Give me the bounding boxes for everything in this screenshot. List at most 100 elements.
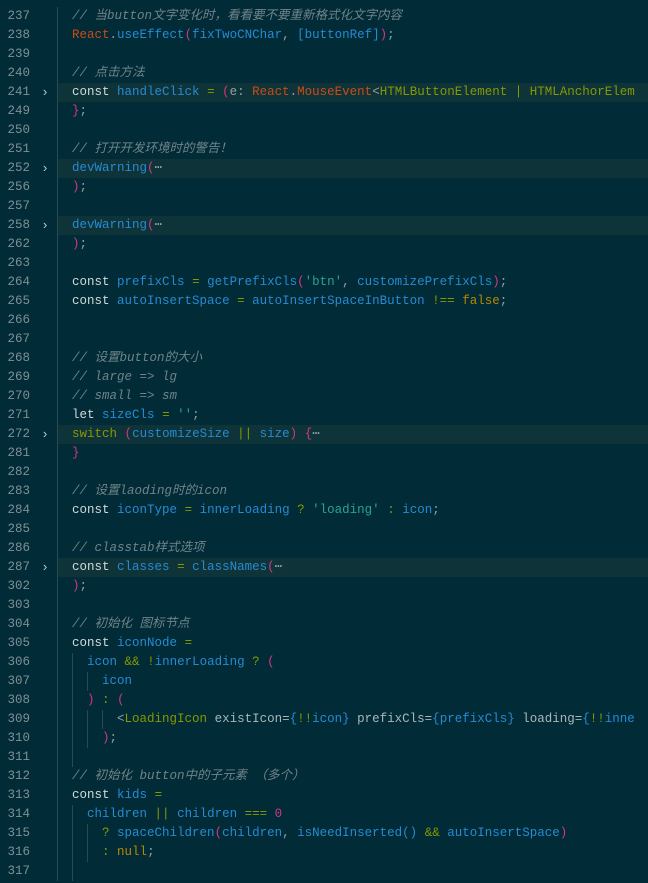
indent-guide bbox=[57, 159, 58, 178]
code-token: ; bbox=[499, 294, 508, 308]
code-line[interactable]: 303 bbox=[0, 596, 648, 615]
fold-chevron-icon[interactable]: › bbox=[39, 159, 51, 178]
code-line[interactable]: 316 : null; bbox=[0, 843, 648, 862]
code-line[interactable]: 314 children || children === 0 bbox=[0, 805, 648, 824]
code-token: MouseEvent bbox=[297, 85, 373, 99]
code-editor[interactable]: 237 // 当button文字变化时，看看要不要重新格式化文字内容 238 Re… bbox=[0, 0, 648, 881]
code-line[interactable]: 285 bbox=[0, 520, 648, 539]
indent-guide bbox=[57, 121, 58, 140]
code-line[interactable]: 308 ) : ( bbox=[0, 691, 648, 710]
indent-guide bbox=[57, 197, 58, 216]
code-line[interactable]: 265 const autoInsertSpace = autoInsertSp… bbox=[0, 292, 648, 311]
code-line[interactable]: 251 // 打开开发环境时的警告！ bbox=[0, 140, 648, 159]
code-line[interactable]: 286 // classtab样式选项 bbox=[0, 539, 648, 558]
code-content: children || children === 0 bbox=[57, 805, 648, 824]
code-line[interactable]: 317 bbox=[0, 862, 648, 881]
code-content: }; bbox=[57, 102, 648, 121]
code-line[interactable]: 256 ); bbox=[0, 178, 648, 197]
code-content: // classtab样式选项 bbox=[57, 539, 648, 558]
fold-chevron-icon[interactable]: › bbox=[39, 83, 51, 102]
code-line[interactable]: 305 const iconNode = bbox=[0, 634, 648, 653]
code-line[interactable]: 267 bbox=[0, 330, 648, 349]
code-token: . bbox=[109, 28, 118, 42]
fold-chevron-icon[interactable]: › bbox=[39, 558, 51, 577]
code-line[interactable]: 284 const iconType = innerLoading ? 'loa… bbox=[0, 501, 648, 520]
code-token: : bbox=[102, 845, 110, 859]
code-token: classNames bbox=[192, 560, 268, 574]
code-line[interactable]: 240 // 点击方法 bbox=[0, 64, 648, 83]
line-number: 284 bbox=[7, 503, 30, 517]
fold-chevron-icon[interactable]: › bbox=[39, 216, 51, 235]
line-number: 238 bbox=[7, 28, 30, 42]
code-line[interactable]: 237 // 当button文字变化时，看看要不要重新格式化文字内容 bbox=[0, 7, 648, 26]
line-number: 317 bbox=[7, 864, 30, 878]
code-token: } bbox=[507, 712, 515, 726]
code-line[interactable]: 263 bbox=[0, 254, 648, 273]
line-number: 269 bbox=[7, 370, 30, 384]
line-number: 257 bbox=[7, 199, 30, 213]
code-token: = bbox=[162, 408, 170, 422]
code-line[interactable]: 271 let sizeCls = ''; bbox=[0, 406, 648, 425]
fold-chevron-icon[interactable]: › bbox=[39, 425, 51, 444]
code-line[interactable]: 272 › switch (customizeSize || size) {⋯ bbox=[0, 425, 648, 444]
code-token: // 当button文字变化时，看看要不要重新格式化文字内容 bbox=[72, 9, 403, 23]
code-content: const iconNode = bbox=[57, 634, 648, 653]
line-number: 249 bbox=[7, 104, 30, 118]
code-line[interactable]: 312 // 初始化 button中的子元素 （多个） bbox=[0, 767, 648, 786]
code-line[interactable]: 287 › const classes = classNames(⋯ bbox=[0, 558, 648, 577]
code-line[interactable]: 252 › devWarning(⋯ bbox=[0, 159, 648, 178]
code-line[interactable]: 306 icon && !innerLoading ? ( bbox=[0, 653, 648, 672]
line-number: 241 bbox=[7, 85, 30, 99]
code-line[interactable]: 258 › devWarning(⋯ bbox=[0, 216, 648, 235]
code-line[interactable]: 266 bbox=[0, 311, 648, 330]
code-content: // 打开开发环境时的警告！ bbox=[57, 140, 648, 159]
code-line[interactable]: 241 › const handleClick = (e: React.Mouse… bbox=[0, 83, 648, 102]
code-content: const iconType = innerLoading ? 'loading… bbox=[57, 501, 648, 520]
indent-guide bbox=[72, 824, 73, 843]
code-line[interactable]: 302 ); bbox=[0, 577, 648, 596]
code-line[interactable]: 282 bbox=[0, 463, 648, 482]
indent-guide bbox=[57, 83, 58, 102]
indent-guide bbox=[57, 273, 58, 292]
code-content: // 初始化 button中的子元素 （多个） bbox=[57, 767, 648, 786]
code-line[interactable]: 309 <LoadingIcon existIcon={!!icon} pref… bbox=[0, 710, 648, 729]
code-token: ) bbox=[102, 731, 110, 745]
line-number: 303 bbox=[7, 598, 30, 612]
code-line[interactable]: 313 const kids = bbox=[0, 786, 648, 805]
code-line[interactable]: 264 const prefixCls = getPrefixCls('btn'… bbox=[0, 273, 648, 292]
indent-guide bbox=[57, 444, 58, 463]
indent-guide bbox=[87, 672, 88, 691]
code-line[interactable]: 249 }; bbox=[0, 102, 648, 121]
code-token: !! bbox=[589, 712, 605, 726]
code-line[interactable]: 270 // small => sm bbox=[0, 387, 648, 406]
code-line[interactable]: 238 React.useEffect(fixTwoCNChar, [butto… bbox=[0, 26, 648, 45]
code-content: // 初始化 图标节点 bbox=[57, 615, 648, 634]
code-line[interactable]: 250 bbox=[0, 121, 648, 140]
code-line[interactable]: 307 icon bbox=[0, 672, 648, 691]
code-token: React bbox=[72, 28, 110, 42]
code-line[interactable]: 311 bbox=[0, 748, 648, 767]
code-content: ? spaceChildren(children, isNeedInserted… bbox=[57, 824, 648, 843]
code-line[interactable]: 281 } bbox=[0, 444, 648, 463]
code-line[interactable]: 262 ); bbox=[0, 235, 648, 254]
code-token: ( bbox=[124, 427, 133, 441]
code-line[interactable]: 239 bbox=[0, 45, 648, 64]
line-number: 265 bbox=[7, 294, 30, 308]
code-line[interactable]: 268 // 设置button的大小 bbox=[0, 349, 648, 368]
code-line[interactable]: 283 // 设置laoding时的icon bbox=[0, 482, 648, 501]
code-line[interactable]: 269 // large => lg bbox=[0, 368, 648, 387]
code-line[interactable]: 310 ); bbox=[0, 729, 648, 748]
code-line[interactable]: 304 // 初始化 图标节点 bbox=[0, 615, 648, 634]
code-line[interactable]: 315 ? spaceChildren(children, isNeedInse… bbox=[0, 824, 648, 843]
code-line[interactable]: 257 bbox=[0, 197, 648, 216]
code-token: // small => sm bbox=[72, 389, 178, 403]
